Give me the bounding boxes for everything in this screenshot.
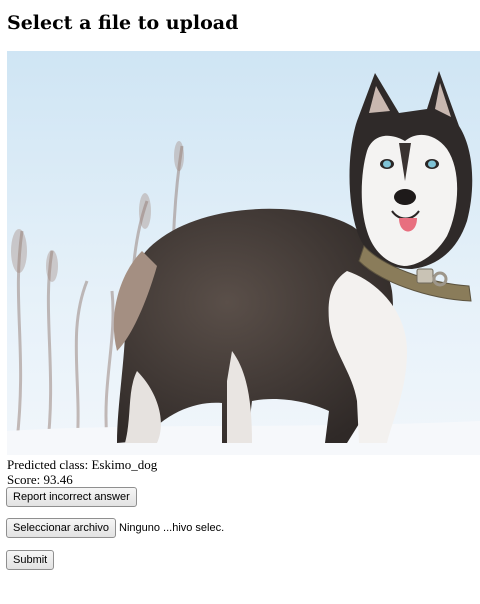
score-line: Score: 93.46 <box>7 472 73 487</box>
score-value: 93.46 <box>43 472 73 487</box>
submit-button[interactable]: Submit <box>6 550 55 570</box>
file-status-text: Ninguno ...hivo selec. <box>119 522 225 534</box>
upload-page: Select a file to upload Predicted class:… <box>0 0 480 604</box>
husky-photo <box>7 51 480 455</box>
predicted-class-label: Predicted class: <box>7 457 89 472</box>
score-label: Score: <box>7 472 41 487</box>
predicted-class-value: Eskimo_dog <box>91 457 158 472</box>
predicted-class-line: Predicted class: Eskimo_dog <box>7 457 157 472</box>
uploaded-image <box>7 51 480 455</box>
page-title: Select a file to upload <box>7 12 239 34</box>
report-incorrect-button[interactable]: Report incorrect answer <box>6 487 137 507</box>
choose-file-button[interactable]: Seleccionar archivo <box>6 518 116 538</box>
